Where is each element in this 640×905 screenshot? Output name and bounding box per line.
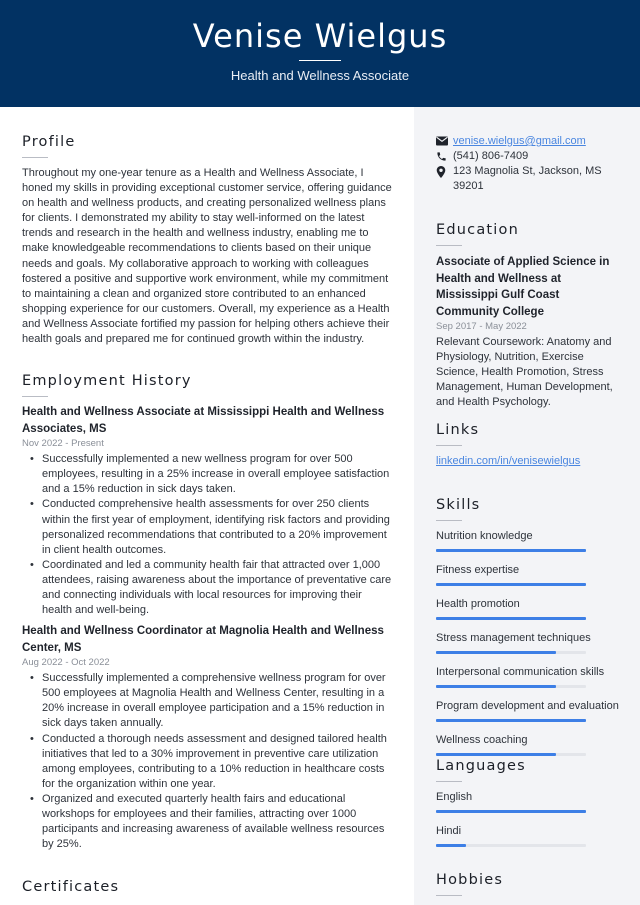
employment-heading: Employment History: [22, 373, 192, 390]
education-description: Relevant Coursework: Anatomy and Physiol…: [436, 336, 613, 409]
skill-item: Program development and evaluation: [436, 699, 620, 722]
skill-level-fill: [436, 549, 586, 552]
skill-item: Stress management techniques: [436, 631, 620, 654]
section-divider: [436, 445, 462, 446]
skill-item: Fitness expertise: [436, 563, 620, 586]
links-section: Links linkedin.com/in/venisewielgus: [436, 422, 620, 469]
hobbies-heading: Hobbies: [436, 872, 504, 888]
profile-heading: Profile: [22, 134, 76, 150]
employment-section: Employment History Health and Wellness A…: [22, 373, 392, 852]
section-divider: [436, 895, 462, 896]
linkedin-link[interactable]: linkedin.com/in/venisewielgus: [436, 455, 580, 467]
skill-label: Wellness coaching: [436, 734, 528, 746]
job-bullet: Coordinated and led a community health f…: [30, 558, 392, 618]
job-bullets: Successfully implemented a comprehensive…: [22, 671, 392, 852]
contact-email-row: venise.wielgus@gmail.com: [436, 134, 620, 149]
language-level-fill: [436, 810, 586, 813]
job-bullet: Conducted a thorough needs assessment an…: [30, 732, 392, 792]
job-entry: Health and Wellness Coordinator at Magno…: [22, 623, 392, 852]
skill-level-fill: [436, 753, 556, 756]
job-entry: Health and Wellness Associate at Mississ…: [22, 404, 392, 618]
hobbies-section: Hobbies: [436, 872, 620, 896]
skill-level-fill: [436, 583, 586, 586]
education-section: Education Associate of Applied Science i…: [436, 222, 620, 410]
job-date: Nov 2022 - Present: [22, 438, 104, 450]
contact-section: venise.wielgus@gmail.com (541) 806-7409 …: [436, 134, 620, 194]
section-divider: [436, 245, 462, 246]
skill-label: Fitness expertise: [436, 564, 520, 576]
map-pin-icon: [436, 164, 453, 194]
candidate-title: Health and Wellness Associate: [230, 68, 410, 83]
education-heading: Education: [436, 222, 519, 238]
degree-title: Associate of Applied Science in Health a…: [436, 256, 610, 318]
skill-level-bar: [436, 719, 586, 722]
job-bullet: Organized and executed quarterly health …: [30, 792, 392, 852]
section-divider: [22, 396, 48, 398]
skill-level-bar: [436, 549, 586, 552]
skill-label: Health promotion: [436, 598, 520, 610]
job-bullets: Successfully implemented a new wellness …: [22, 452, 392, 618]
profile-text: Throughout my one-year tenure as a Healt…: [22, 167, 392, 346]
main-column: Profile Throughout my one-year tenure as…: [22, 107, 392, 895]
links-heading: Links: [436, 422, 480, 438]
email-link[interactable]: venise.wielgus@gmail.com: [453, 134, 586, 149]
skill-item: Nutrition knowledge: [436, 529, 620, 552]
job-bullet: Successfully implemented a comprehensive…: [30, 671, 392, 731]
languages-heading: Languages: [436, 758, 526, 774]
skill-level-bar: [436, 651, 586, 654]
skills-section: Skills Nutrition knowledge Fitness exper…: [436, 497, 620, 767]
section-divider: [436, 520, 462, 521]
job-title: Health and Wellness Coordinator at Magno…: [22, 625, 384, 654]
job-date: Aug 2022 - Oct 2022: [22, 657, 110, 669]
job-title: Health and Wellness Associate at Mississ…: [22, 406, 385, 435]
sidebar: venise.wielgus@gmail.com (541) 806-7409 …: [414, 107, 640, 905]
skill-level-bar: [436, 685, 586, 688]
skill-level-fill: [436, 617, 586, 620]
skill-label: Nutrition knowledge: [436, 530, 533, 542]
skill-level-bar: [436, 583, 586, 586]
profile-section: Profile Throughout my one-year tenure as…: [22, 134, 392, 347]
language-level-fill: [436, 844, 466, 847]
certificates-heading: Certificates: [22, 879, 120, 896]
job-bullet: Successfully implemented a new wellness …: [30, 452, 392, 497]
skills-list: Nutrition knowledge Fitness expertise He…: [436, 529, 620, 756]
skills-heading: Skills: [436, 497, 481, 513]
skill-level-fill: [436, 719, 586, 722]
education-date: Sep 2017 - May 2022: [436, 321, 527, 332]
certificates-section: Certificates: [22, 879, 392, 895]
skill-level-bar: [436, 753, 586, 756]
language-item: English: [436, 790, 620, 813]
language-label: Hindi: [436, 825, 462, 837]
skill-level-fill: [436, 685, 556, 688]
address: 123 Magnolia St, Jackson, MS 39201: [453, 165, 602, 193]
skill-level-fill: [436, 651, 556, 654]
skill-label: Program development and evaluation: [436, 700, 619, 712]
skill-label: Interpersonal communication skills: [436, 666, 605, 678]
skill-item: Wellness coaching: [436, 733, 620, 756]
language-label: English: [436, 791, 473, 803]
candidate-name: Venise Wielgus: [192, 17, 448, 55]
language-level-bar: [436, 844, 586, 847]
contact-address-row: 123 Magnolia St, Jackson, MS 39201: [436, 164, 620, 194]
languages-section: Languages English Hindi: [436, 758, 620, 858]
section-divider: [22, 157, 48, 158]
resume-header: Venise Wielgus Health and Wellness Assoc…: [0, 0, 640, 107]
envelope-icon: [436, 134, 453, 149]
skill-item: Health promotion: [436, 597, 620, 620]
contact-phone-row: (541) 806-7409: [436, 149, 620, 164]
section-divider: [436, 781, 462, 782]
phone-number: (541) 806-7409: [453, 150, 529, 163]
skill-item: Interpersonal communication skills: [436, 665, 620, 688]
job-bullet: Conducted comprehensive health assessmen…: [30, 497, 392, 557]
skill-level-bar: [436, 617, 586, 620]
language-item: Hindi: [436, 824, 620, 847]
phone-icon: [436, 149, 453, 164]
header-divider: [299, 60, 341, 61]
language-level-bar: [436, 810, 586, 813]
skill-label: Stress management techniques: [436, 632, 591, 644]
